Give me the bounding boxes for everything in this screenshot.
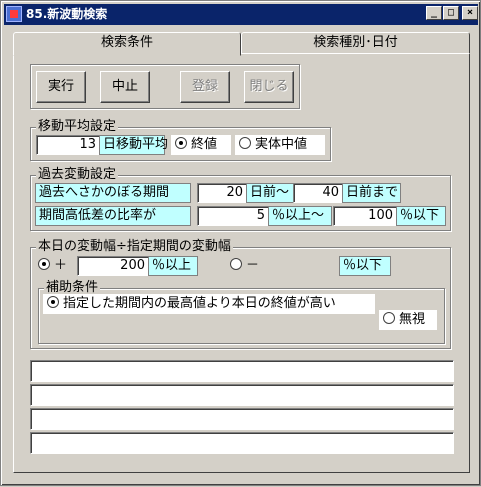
moving-average-title: 移動平均設定	[36, 119, 119, 134]
range-ratio-max-unit: ％以下	[396, 206, 446, 226]
radio-minus[interactable]: －	[226, 256, 266, 276]
lookback-from-input[interactable]: 20	[197, 183, 247, 203]
run-button[interactable]: 実行	[36, 71, 86, 103]
radio-high-break-label: 指定した期間内の最高値より本日の終値が高い	[63, 296, 336, 311]
auxiliary-title: 補助条件	[44, 280, 101, 295]
range-ratio-label: 期間高低差の比率が	[35, 206, 191, 226]
plus-ratio-unit: ％以上	[148, 256, 198, 276]
moving-average-days-input[interactable]: 13	[36, 135, 100, 155]
range-ratio-max-input[interactable]: 100	[333, 206, 397, 226]
radio-plus[interactable]: ＋	[34, 256, 74, 276]
moving-average-days-label: 日移動平均	[99, 135, 168, 155]
radio-close-price[interactable]: 終値	[171, 135, 231, 155]
range-ratio-min-unit: ％以上～	[268, 206, 332, 226]
lookback-from-unit: 日前～	[246, 183, 294, 203]
minus-ratio-unit: ％以下	[339, 256, 391, 276]
radio-body-midpoint[interactable]: 実体中値	[235, 135, 325, 155]
radio-ignore-label: 無視	[399, 312, 426, 327]
lookback-period-label: 過去へさかのぼる期間	[35, 183, 191, 203]
radio-minus-label: －	[246, 258, 260, 273]
radio-checked-icon	[175, 137, 187, 149]
close-dialog-button[interactable]: 閉じる	[244, 71, 294, 103]
lookback-to-unit: 日前まで	[342, 183, 401, 203]
result-field-3[interactable]	[30, 408, 454, 430]
register-button[interactable]: 登録	[180, 71, 230, 103]
range-ratio-min-input[interactable]: 5	[197, 206, 269, 226]
stop-button[interactable]: 中止	[100, 71, 150, 103]
radio-plus-label: ＋	[54, 258, 68, 273]
radio-checked-icon	[38, 258, 50, 270]
radio-unchecked-icon	[239, 137, 251, 149]
radio-close-price-label: 終値	[191, 137, 218, 152]
past-fluctuation-title: 過去変動設定	[36, 167, 119, 182]
radio-high-break[interactable]: 指定した期間内の最高値より本日の終値が高い	[43, 294, 375, 314]
today-ratio-title: 本日の変動幅÷指定期間の変動幅	[36, 239, 233, 254]
radio-ignore[interactable]: 無視	[379, 310, 437, 330]
radio-unchecked-icon	[230, 258, 242, 270]
result-field-4[interactable]	[30, 432, 454, 454]
lookback-to-input[interactable]: 40	[293, 183, 343, 203]
radio-checked-icon	[47, 296, 59, 308]
result-field-1[interactable]	[30, 360, 454, 382]
main-window: 85.新波動検索 _ □ × 検索条件 検索種別･日付 実行 中止 登録 閉じる…	[0, 0, 481, 486]
plus-ratio-input[interactable]: 200	[77, 256, 149, 276]
radio-body-midpoint-label: 実体中値	[255, 137, 308, 152]
radio-unchecked-icon	[383, 312, 395, 324]
result-field-2[interactable]	[30, 384, 454, 406]
